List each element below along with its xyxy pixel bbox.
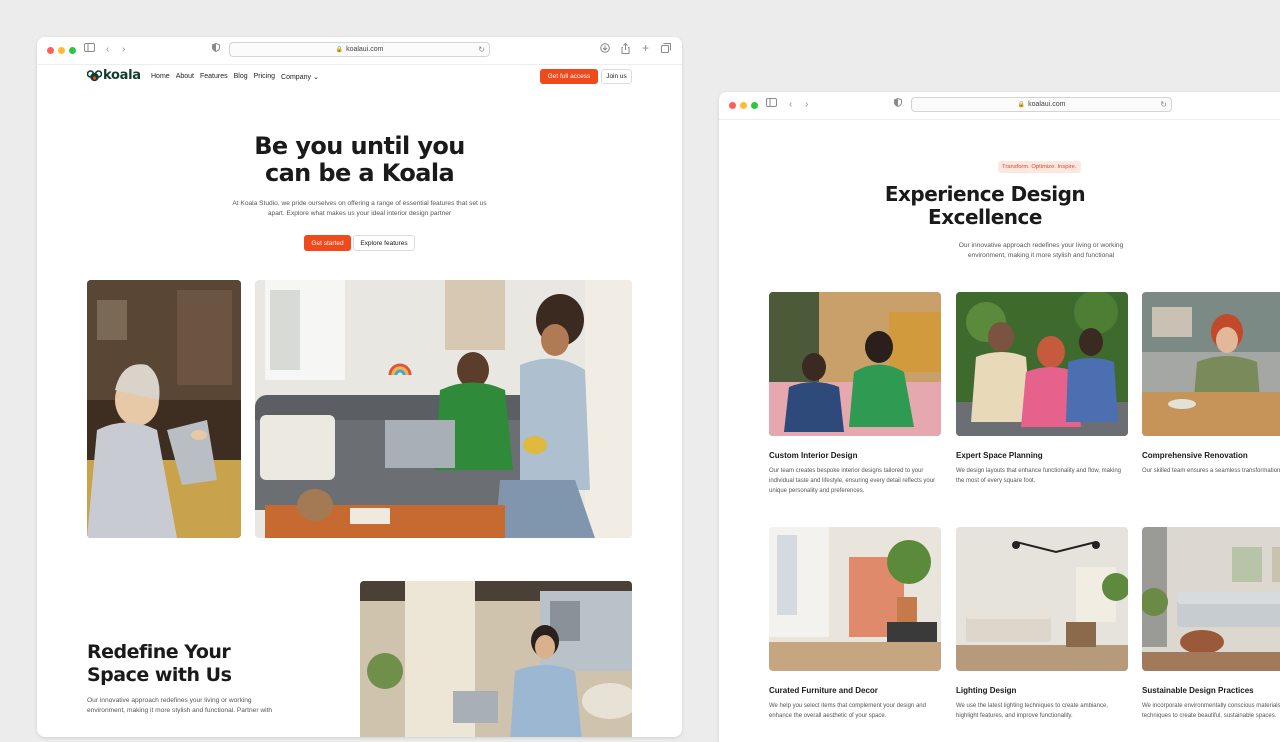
- hero-photo-friends-couch: [255, 280, 632, 538]
- card-title-custom-interior: Custom Interior Design: [769, 451, 858, 460]
- tab-overview-icon[interactable]: [661, 43, 671, 58]
- card-title-renovation: Comprehensive Renovation: [1142, 451, 1248, 460]
- card-desc-renovation: Our skilled team ensures a seamless tran…: [1142, 468, 1280, 474]
- close-window-button[interactable]: [729, 102, 736, 109]
- browser-window-koala-services: ‹ › 🔒 koalaui.com ↻ Transform. Optimize.…: [719, 92, 1280, 742]
- back-icon[interactable]: ‹: [106, 43, 109, 57]
- sidebar-toggle-icon[interactable]: [84, 43, 95, 57]
- nav-link-company[interactable]: Company ⌄: [281, 73, 319, 81]
- forward-icon[interactable]: ›: [805, 98, 808, 112]
- minimize-window-button[interactable]: [58, 47, 65, 54]
- window-controls: [47, 47, 76, 54]
- url-text: koalaui.com: [1028, 101, 1066, 108]
- logo-text: koala: [103, 68, 141, 83]
- window-controls: [729, 102, 758, 109]
- card-title-space-planning: Expert Space Planning: [956, 451, 1043, 460]
- card-title-furniture-decor: Curated Furniture and Decor: [769, 686, 878, 695]
- lock-icon: 🔒: [335, 47, 344, 53]
- nav-link-company-label: Company: [281, 74, 311, 81]
- forward-icon[interactable]: ›: [122, 43, 125, 57]
- sidebar-toggle-icon[interactable]: [766, 98, 777, 112]
- address-bar[interactable]: 🔒 koalaui.com ↻: [911, 97, 1172, 112]
- card-desc-furniture-decor: We help you select items that complement…: [769, 703, 926, 719]
- back-icon[interactable]: ‹: [789, 98, 792, 112]
- get-started-button[interactable]: Get started: [304, 235, 351, 251]
- reload-icon[interactable]: ↻: [478, 45, 485, 54]
- browser-toolbar: ‹ › 🔒 koalaui.com ↻: [719, 92, 1280, 120]
- minimize-window-button[interactable]: [740, 102, 747, 109]
- hero-title-line-1: Be you until you: [254, 132, 465, 160]
- card-image-custom-interior: [769, 292, 941, 436]
- new-tab-icon[interactable]: +: [642, 41, 649, 55]
- url-text: koalaui.com: [346, 46, 384, 53]
- reload-icon[interactable]: ↻: [1160, 100, 1167, 109]
- card-desc-custom-interior: Our team creates bespoke interior design…: [769, 468, 936, 494]
- hero-subtitle: At Koala Studio, we pride ourselves on o…: [232, 200, 487, 217]
- address-bar[interactable]: 🔒 koalaui.com ↻: [229, 42, 490, 57]
- hero-photo-woman-tablet: [87, 280, 241, 538]
- card-image-sustainable: [1142, 527, 1280, 671]
- nav-link-features[interactable]: Features: [200, 73, 228, 81]
- card-desc-space-planning: We design layouts that enhance functiona…: [956, 468, 1121, 484]
- services-title: Experience Design Excellence: [719, 183, 1251, 229]
- browser-window-koala-home: ‹ › 🔒 koalaui.com ↻ + koala Home About F…: [37, 37, 682, 737]
- koala-logo[interactable]: koala: [87, 68, 141, 83]
- card-image-lighting: [956, 527, 1128, 671]
- card-title-sustainable: Sustainable Design Practices: [1142, 686, 1254, 695]
- browser-toolbar: ‹ › 🔒 koalaui.com ↻ +: [37, 37, 682, 65]
- card-image-space-planning: [956, 292, 1128, 436]
- card-image-furniture-decor: [769, 527, 941, 671]
- card-image-renovation: [1142, 292, 1280, 436]
- site-nav: koala Home About Features Blog Pricing C…: [37, 65, 682, 87]
- section-title-line-1: Redefine Your: [87, 641, 231, 663]
- nav-link-about[interactable]: About: [176, 73, 194, 81]
- card-title-lighting: Lighting Design: [956, 686, 1017, 695]
- close-window-button[interactable]: [47, 47, 54, 54]
- get-full-access-button[interactable]: Get full access: [540, 69, 598, 84]
- tagline-pill: Transform. Optimize. Inspire.: [998, 161, 1081, 173]
- lock-icon: 🔒: [1017, 102, 1026, 108]
- explore-features-button[interactable]: Explore features: [353, 235, 415, 251]
- nav-link-home[interactable]: Home: [151, 73, 170, 81]
- zoom-window-button[interactable]: [69, 47, 76, 54]
- services-title-line-2: Excellence: [928, 205, 1042, 229]
- section-photo-woman-laptop: [360, 581, 632, 737]
- services-subtitle: Our innovative approach redefines your l…: [958, 242, 1124, 259]
- hero-title: Be you until you can be a Koala: [37, 133, 682, 187]
- card-desc-lighting: We use the latest lighting techniques to…: [956, 703, 1108, 719]
- services-title-line-1: Experience Design: [884, 182, 1086, 206]
- hero-title-line-2: can be a Koala: [264, 159, 455, 187]
- nav-link-pricing[interactable]: Pricing: [254, 73, 275, 81]
- card-desc-sustainable: We incorporate environmentally conscious…: [1142, 703, 1280, 719]
- section-body: Our innovative approach redefines your l…: [87, 697, 273, 714]
- chevron-down-icon: ⌄: [312, 74, 319, 81]
- nav-link-blog[interactable]: Blog: [234, 73, 248, 81]
- nav-links: Home About Features Blog Pricing Company…: [151, 73, 319, 81]
- privacy-shield-icon[interactable]: [894, 97, 902, 112]
- download-icon[interactable]: [600, 43, 610, 58]
- privacy-shield-icon[interactable]: [212, 42, 220, 57]
- section-title: Redefine Your Space with Us: [87, 641, 232, 687]
- koala-logo-icon: [87, 69, 102, 81]
- zoom-window-button[interactable]: [751, 102, 758, 109]
- section-title-line-2: Space with Us: [87, 664, 232, 686]
- share-icon[interactable]: [621, 42, 630, 59]
- join-us-button[interactable]: Join us: [601, 69, 632, 84]
